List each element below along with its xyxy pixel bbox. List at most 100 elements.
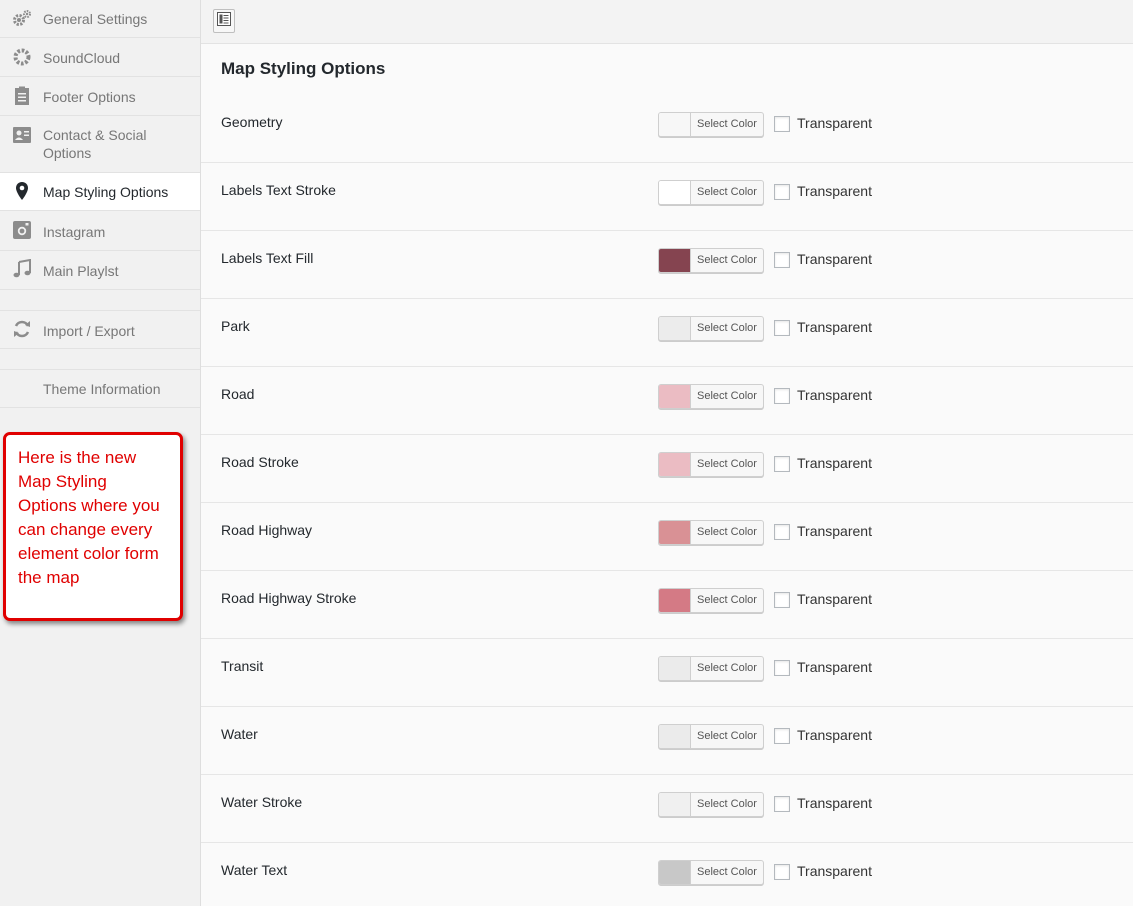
color-swatch[interactable]	[659, 113, 691, 136]
select-color-button[interactable]: Select Color	[658, 452, 764, 477]
color-swatch[interactable]	[659, 589, 691, 612]
color-swatch[interactable]	[659, 861, 691, 884]
option-label: Geometry	[221, 114, 283, 130]
select-color-label: Select Color	[697, 254, 757, 266]
sidebar-item-footer-options[interactable]: Footer Options	[0, 77, 200, 116]
sidebar-item-label: Map Styling Options	[43, 184, 169, 200]
transparent-checkbox[interactable]	[774, 524, 790, 540]
transparent-label[interactable]: Transparent	[797, 591, 872, 607]
select-color-button[interactable]: Select Color	[658, 520, 764, 545]
sidebar-item-general-settings[interactable]: General Settings	[0, 0, 200, 38]
sidebar-item-soundcloud[interactable]: SoundCloud	[0, 38, 200, 77]
color-swatch[interactable]	[659, 317, 691, 340]
transparent-label[interactable]: Transparent	[797, 251, 872, 267]
transparent-checkbox[interactable]	[774, 388, 790, 404]
color-swatch[interactable]	[659, 453, 691, 476]
option-row-geometry: Geometry Select Color Transparent	[201, 95, 1133, 163]
select-color-label: Select Color	[697, 390, 757, 402]
color-swatch[interactable]	[659, 725, 691, 748]
option-row-water: Water Select Color Transparent	[201, 707, 1133, 775]
transparent-label[interactable]: Transparent	[797, 727, 872, 743]
select-color-button[interactable]: Select Color	[658, 384, 764, 409]
music-note-icon	[12, 259, 32, 279]
sidebar-item-label: SoundCloud	[43, 50, 121, 66]
option-row-road-highway-stroke: Road Highway Stroke Select Color Transpare…	[201, 571, 1133, 639]
transparent-label[interactable]: Transparent	[797, 659, 872, 675]
sidebar-item-label: Footer Options	[43, 89, 136, 105]
sidebar-item-main-playlist[interactable]: Main Playlst	[0, 251, 200, 290]
sidebar-item-theme-information[interactable]: Theme Information	[0, 369, 200, 408]
page-title: Map Styling Options	[221, 59, 386, 78]
select-color-button[interactable]: Select Color	[658, 656, 764, 681]
select-color-label: Select Color	[697, 662, 757, 674]
transparent-label[interactable]: Transparent	[797, 455, 872, 471]
transparent-checkbox[interactable]	[774, 796, 790, 812]
option-label: Water Stroke	[221, 794, 303, 810]
layout-toggle-button[interactable]	[213, 9, 235, 33]
refresh-icon	[12, 319, 32, 339]
color-swatch[interactable]	[659, 385, 691, 408]
select-color-label: Select Color	[697, 526, 757, 538]
transparent-label[interactable]: Transparent	[797, 319, 872, 335]
sidebar-item-import-export[interactable]: Import / Export	[0, 310, 200, 349]
instagram-icon	[12, 220, 32, 240]
select-color-label: Select Color	[697, 730, 757, 742]
select-color-label: Select Color	[697, 458, 757, 470]
transparent-checkbox[interactable]	[774, 116, 790, 132]
select-color-button[interactable]: Select Color	[658, 112, 764, 137]
transparent-checkbox[interactable]	[774, 252, 790, 268]
sidebar-item-map-styling-options[interactable]: Map Styling Options	[0, 173, 200, 211]
select-color-label: Select Color	[697, 798, 757, 810]
transparent-label[interactable]: Transparent	[797, 863, 872, 879]
annotation-text: Here is the new Map Styling Options wher…	[18, 448, 160, 587]
transparent-label[interactable]: Transparent	[797, 795, 872, 811]
gears-icon	[12, 8, 32, 28]
annotation-callout: Here is the new Map Styling Options wher…	[3, 432, 183, 621]
option-label: Labels Text Stroke	[221, 182, 336, 198]
color-swatch[interactable]	[659, 657, 691, 680]
option-row-water-text: Water Text Select Color Transparent	[201, 843, 1133, 906]
sidebar-item-label: Import / Export	[43, 323, 135, 339]
sidebar-item-label: Contact & Social Options	[43, 127, 147, 161]
option-row-labels-text-fill: Labels Text Fill Select Color Transparent	[201, 231, 1133, 299]
transparent-checkbox[interactable]	[774, 456, 790, 472]
option-row-road: Road Select Color Transparent	[201, 367, 1133, 435]
color-swatch[interactable]	[659, 249, 691, 272]
transparent-checkbox[interactable]	[774, 660, 790, 676]
sidebar-item-instagram[interactable]: Instagram	[0, 211, 200, 251]
select-color-label: Select Color	[697, 594, 757, 606]
transparent-label[interactable]: Transparent	[797, 183, 872, 199]
option-row-road-highway: Road Highway Select Color Transparent	[201, 503, 1133, 571]
option-label: Road	[221, 386, 255, 402]
option-label: Labels Text Fill	[221, 250, 314, 266]
transparent-checkbox[interactable]	[774, 864, 790, 880]
sidebar-item-contact-social[interactable]: Contact & Social Options	[0, 116, 200, 173]
gear-icon	[12, 47, 32, 67]
select-color-button[interactable]: Select Color	[658, 588, 764, 613]
layout-icon	[217, 11, 231, 31]
transparent-checkbox[interactable]	[774, 592, 790, 608]
color-swatch[interactable]	[659, 181, 691, 204]
select-color-button[interactable]: Select Color	[658, 724, 764, 749]
transparent-label[interactable]: Transparent	[797, 387, 872, 403]
select-color-button[interactable]: Select Color	[658, 316, 764, 341]
transparent-label[interactable]: Transparent	[797, 115, 872, 131]
color-swatch[interactable]	[659, 521, 691, 544]
clipboard-icon	[12, 86, 32, 106]
select-color-button[interactable]: Select Color	[658, 860, 764, 885]
select-color-label: Select Color	[697, 118, 757, 130]
color-swatch[interactable]	[659, 793, 691, 816]
sidebar-item-label: General Settings	[43, 11, 148, 27]
contact-card-icon	[12, 125, 32, 145]
select-color-button[interactable]: Select Color	[658, 248, 764, 273]
transparent-checkbox[interactable]	[774, 728, 790, 744]
sidebar-item-label: Theme Information	[43, 381, 161, 397]
option-label: Water	[221, 726, 258, 742]
transparent-checkbox[interactable]	[774, 320, 790, 336]
transparent-checkbox[interactable]	[774, 184, 790, 200]
transparent-label[interactable]: Transparent	[797, 523, 872, 539]
select-color-button[interactable]: Select Color	[658, 792, 764, 817]
option-label: Road Stroke	[221, 454, 299, 470]
sidebar-item-label: Instagram	[43, 224, 106, 240]
select-color-button[interactable]: Select Color	[658, 180, 764, 205]
